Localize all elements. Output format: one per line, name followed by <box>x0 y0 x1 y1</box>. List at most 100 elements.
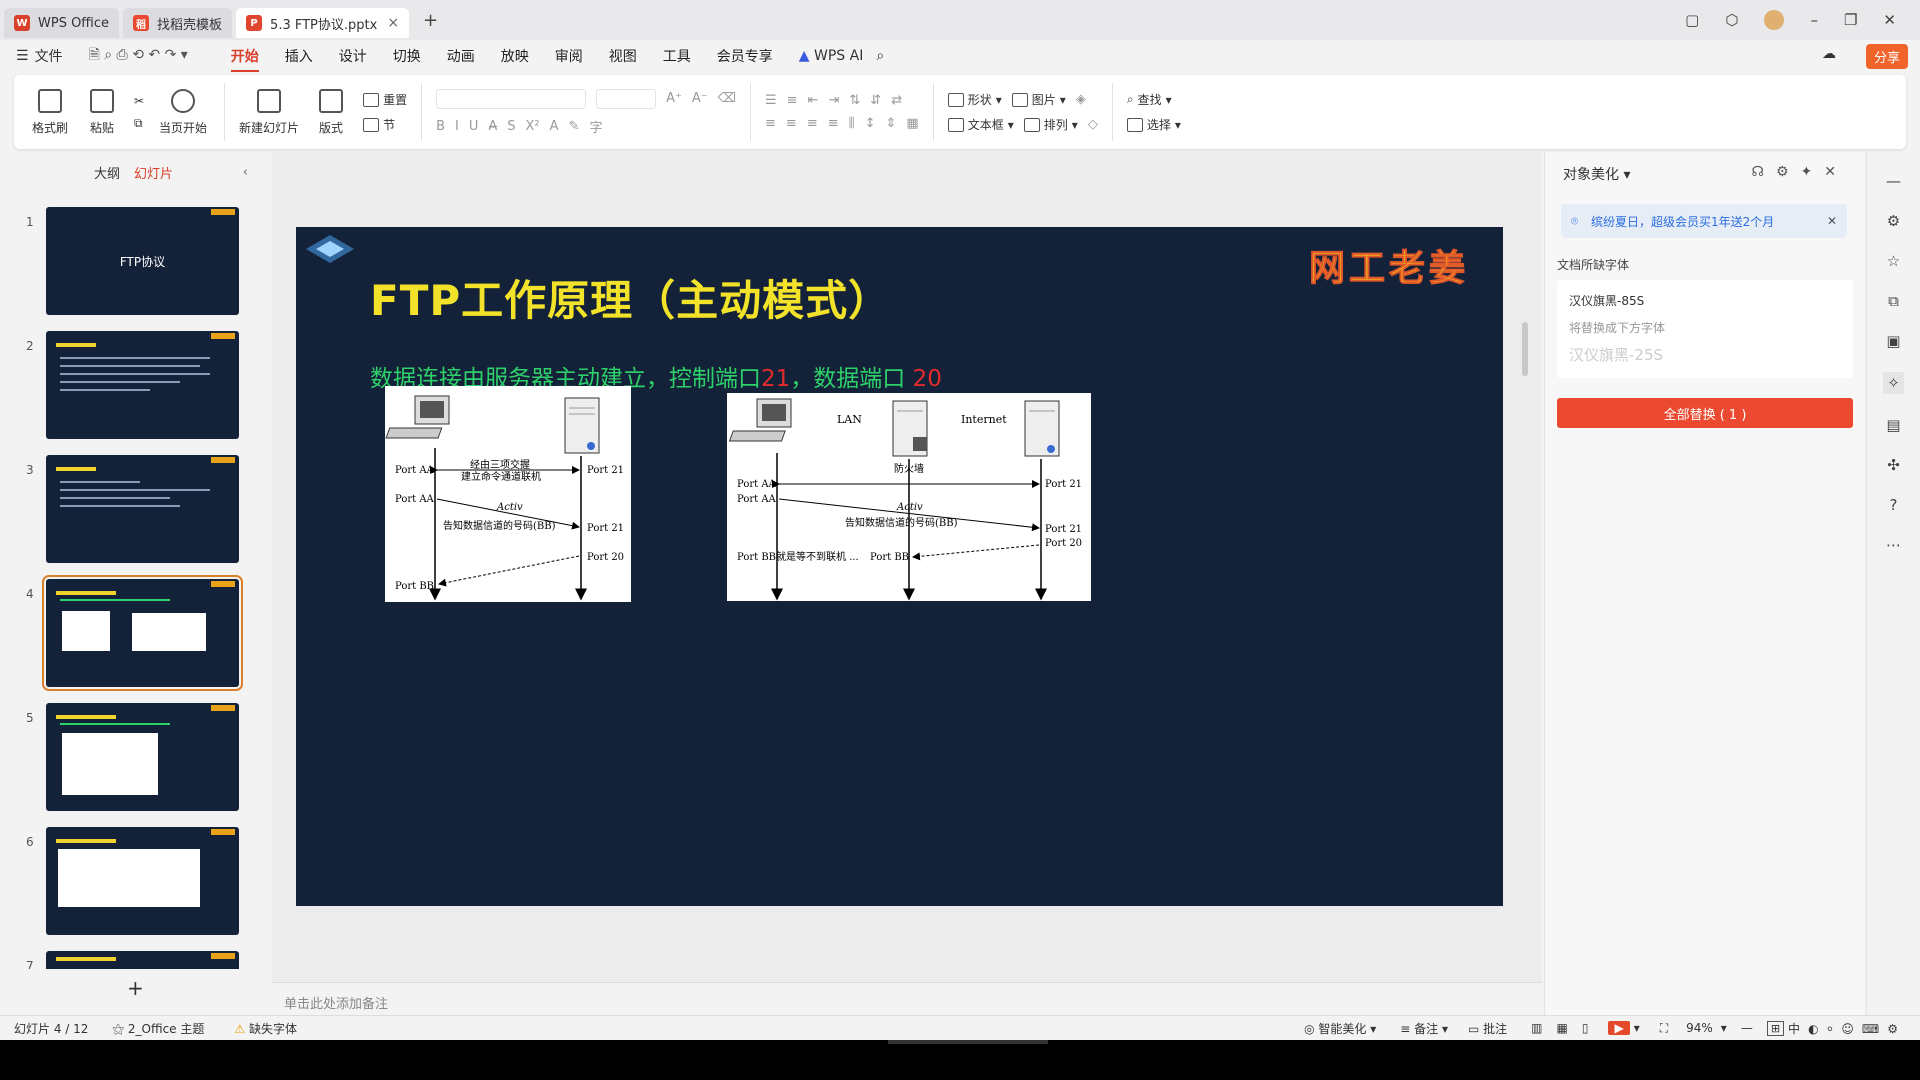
highlight-icon[interactable]: ✎ <box>569 119 580 134</box>
scroll-thumb[interactable] <box>1522 322 1528 376</box>
help-icon[interactable]: ? <box>1890 496 1898 514</box>
close-tab-icon[interactable]: × <box>387 15 399 31</box>
beautify-button[interactable]: ◎ 智能美化 ▾ <box>1304 1020 1376 1037</box>
cloud-icon[interactable]: ☁ <box>1822 46 1836 62</box>
slide-thumbnail-6[interactable]: 6 <box>0 827 260 939</box>
active-mode-firewall-diagram[interactable]: LAN Internet 防火墙 Port AA Port AA Port 21… <box>727 393 1091 601</box>
clear-format-icon[interactable]: ⌫ <box>718 91 736 106</box>
align-right-icon[interactable]: ≡ <box>807 116 818 131</box>
font-color-icon[interactable]: A <box>550 119 559 134</box>
tab-slides[interactable]: 幻灯片 <box>134 163 173 182</box>
quick-access-icons[interactable]: 🗎 ⌕ ⎙ ⟲ ↶ ↷ ▾ <box>89 44 188 68</box>
menu-transition[interactable]: 切换 <box>393 46 421 66</box>
copy-icon[interactable]: ⧉ <box>134 116 144 131</box>
textbox-button[interactable]: 文本框 ▾ <box>947 116 1014 133</box>
pane-header-icons[interactable]: ☊⚙✦✕ <box>1752 164 1848 180</box>
section-button[interactable]: 节 <box>363 116 407 133</box>
outdent-icon[interactable]: ⇤ <box>808 93 819 108</box>
slide-thumbnail-3[interactable]: 3 <box>0 455 260 567</box>
justify-icon[interactable]: ≡ <box>828 116 839 131</box>
slide-thumbnail-4[interactable]: 4 <box>0 575 260 691</box>
comments-button[interactable]: ▭ 批注 <box>1468 1020 1507 1037</box>
magic-icon[interactable]: ✧ <box>1883 372 1904 394</box>
italic-icon[interactable]: I <box>455 119 459 134</box>
search-icon[interactable]: ⌕ <box>876 48 884 64</box>
book-icon[interactable]: ▤ <box>1886 416 1900 434</box>
bold-icon[interactable]: B <box>436 119 445 134</box>
slide-thumbnail-1[interactable]: 1 FTP协议 <box>0 207 260 319</box>
active-mode-diagram[interactable]: Port AA Port AA Port 21 Port 21 Port 20 … <box>385 386 631 602</box>
zoom-dropdown-icon[interactable]: ▾ <box>1721 1021 1727 1035</box>
menu-view[interactable]: 视图 <box>609 46 637 66</box>
tab-wps-office[interactable]: W WPS Office <box>4 8 120 38</box>
menu-icon[interactable]: ☰ <box>16 48 29 64</box>
font-family-select[interactable] <box>436 88 587 109</box>
menu-home[interactable]: 开始 <box>230 46 259 72</box>
missing-font-button[interactable]: ⚠ 缺失字体 <box>234 1020 297 1037</box>
paste-button[interactable]: 粘贴 <box>76 88 128 136</box>
slide-thumbnail-7[interactable]: 7 <box>0 951 260 969</box>
arrange-button[interactable]: 排列 ▾ <box>1023 116 1078 133</box>
avatar[interactable] <box>1764 10 1785 30</box>
theme-button[interactable]: ⚝ 2_Office 主题 <box>112 1020 204 1037</box>
close-window-icon[interactable]: ✕ <box>1883 11 1896 29</box>
fit-icon[interactable]: ⛶ <box>1660 1021 1668 1036</box>
outline-icon[interactable]: ◇ <box>1088 117 1098 132</box>
superscript-icon[interactable]: X² <box>526 119 540 134</box>
slide-thumbnail-2[interactable]: 2 <box>0 331 260 443</box>
replace-all-button[interactable]: 全部替换 ( 1 ) <box>1557 398 1853 428</box>
close-banner-icon[interactable]: ✕ <box>1827 214 1837 228</box>
image-edit-icon[interactable]: ▣ <box>1886 332 1900 350</box>
minimize-icon[interactable]: – <box>1810 11 1818 29</box>
play-dropdown-icon[interactable]: ▾ <box>1634 1021 1640 1035</box>
strike-s-icon[interactable]: S <box>507 119 515 134</box>
font-shrink-icon[interactable]: A⁻ <box>692 91 708 106</box>
align-center-icon[interactable]: ≡ <box>786 116 797 131</box>
ime-language[interactable]: 中 <box>1788 1020 1800 1037</box>
missing-font-card[interactable]: 汉仪旗黑-85S 将替换成下方字体 汉仪旗黑-25S <box>1557 280 1853 378</box>
menu-review[interactable]: 审阅 <box>555 46 583 66</box>
add-slide-icon[interactable]: + <box>127 976 144 1000</box>
line-spacing-icon[interactable]: ↕ <box>865 116 876 131</box>
font-size-select[interactable] <box>596 88 657 109</box>
slide-thumbnail-5[interactable]: 5 <box>0 703 260 815</box>
shape-button[interactable]: 形状 ▾ <box>947 91 1002 108</box>
vertical-align-icon[interactable]: ⇕ <box>886 116 897 131</box>
star-icon[interactable]: ☆ <box>1887 252 1900 270</box>
slide-title[interactable]: FTP工作原理（主动模式） <box>370 267 891 328</box>
share-button[interactable]: 分享 <box>1865 44 1908 69</box>
editing-canvas[interactable]: FTP工作原理（主动模式） 数据连接由服务器主动建立，控制端口21，数据端口 2… <box>272 152 1542 982</box>
font-grow-icon[interactable]: A⁺ <box>666 91 682 106</box>
text-direction-icon[interactable]: ⇅ <box>849 93 860 108</box>
copy-pages-icon[interactable]: ⧉ <box>1888 292 1899 310</box>
menu-animation[interactable]: 动画 <box>447 46 475 66</box>
wps-ai-button[interactable]: ▲ WPS AI <box>799 48 864 64</box>
cut-icon[interactable]: ✂ <box>134 94 144 108</box>
menu-slideshow[interactable]: 放映 <box>501 46 529 66</box>
tab-outline[interactable]: 大纲 <box>94 163 120 182</box>
ime-icon[interactable]: ⊞ <box>1766 1020 1785 1036</box>
collapse-icon[interactable]: — <box>1886 172 1901 190</box>
smartart-icon[interactable]: ▦ <box>906 116 918 131</box>
view-mode-icons[interactable]: ▥▦▯ <box>1531 1021 1602 1035</box>
strikethrough-icon[interactable]: A̶ <box>488 119 497 134</box>
tab-document[interactable]: P 5.3 FTP协议.pptx × <box>236 8 410 38</box>
columns-icon[interactable]: ⫼ <box>849 116 855 131</box>
ime-tools-icons[interactable]: ◐⸰☺⌨⚙ <box>1808 1020 1906 1037</box>
play-slideshow-icon[interactable]: ▶ <box>1608 1021 1630 1035</box>
zoom-level[interactable]: 94% <box>1686 1021 1713 1035</box>
reset-button[interactable]: 重置 <box>363 91 407 108</box>
new-slide-button[interactable]: 新建幻灯片 <box>233 88 305 136</box>
find-button[interactable]: ⌕ 查找 ▾ <box>1127 91 1181 108</box>
canvas-scrollbar[interactable] <box>1522 152 1528 982</box>
tab-template[interactable]: 稻 找稻壳模板 <box>123 8 233 38</box>
numbered-list-icon[interactable]: ≡ <box>787 93 798 108</box>
play-from-current-button[interactable]: 当页开始 <box>150 88 216 136</box>
bullet-list-icon[interactable]: ☰ <box>765 93 777 108</box>
new-tab-icon[interactable]: + <box>423 10 438 31</box>
align-left-icon[interactable]: ≡ <box>765 116 776 131</box>
file-menu[interactable]: 文件 <box>35 46 63 66</box>
char-spacing-icon[interactable]: 字 <box>589 117 602 136</box>
layout-icon[interactable]: ▢ <box>1685 11 1699 29</box>
menu-tools[interactable]: 工具 <box>663 46 691 66</box>
